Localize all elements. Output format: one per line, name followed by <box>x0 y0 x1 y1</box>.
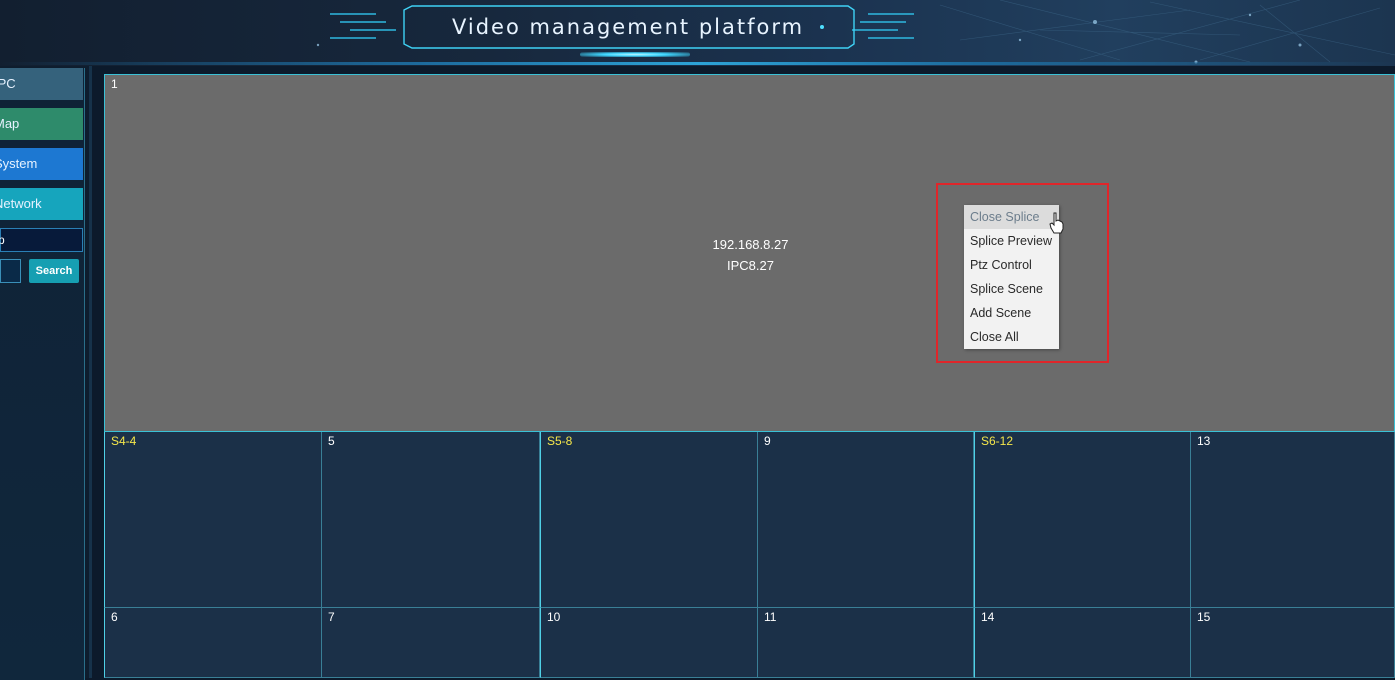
cell-number: 5 <box>328 434 335 448</box>
cell-number: 13 <box>1197 434 1211 448</box>
device-filter-input[interactable]: p <box>0 228 83 252</box>
video-cell-main[interactable]: 1 192.168.8.27 IPC8.27 <box>104 74 1395 432</box>
video-cell[interactable]: 7 <box>322 608 540 678</box>
sidebar-item-label: Map <box>0 116 20 131</box>
cell-number: 1 <box>111 77 118 91</box>
cell-number: 6 <box>111 610 118 624</box>
video-cell[interactable]: 9 <box>758 432 974 608</box>
title-glow <box>580 52 690 57</box>
cell-number: S6-12 <box>981 434 1014 448</box>
sidebar-item-ipc[interactable]: IPC <box>0 68 83 100</box>
cell-number: 11 <box>764 610 777 624</box>
video-cell[interactable]: 11 <box>758 608 974 678</box>
cell-number: 7 <box>328 610 335 624</box>
hand-cursor-icon <box>1049 212 1064 234</box>
sidebar-item-label: IPC <box>0 76 16 91</box>
menu-item-splice-preview[interactable]: Splice Preview <box>964 229 1059 253</box>
header-underline <box>0 62 1395 65</box>
video-cell[interactable]: 14 <box>974 608 1191 678</box>
search-input[interactable] <box>0 259 21 283</box>
cell-number: S5-8 <box>547 434 573 448</box>
cell-number: 9 <box>764 434 771 448</box>
menu-item-add-scene[interactable]: Add Scene <box>964 301 1059 325</box>
camera-name: IPC8.27 <box>727 258 774 273</box>
camera-ip: 192.168.8.27 <box>712 237 789 252</box>
sidebar-divider <box>89 66 92 678</box>
sidebar: IPC Map System Network p Search <box>0 66 92 680</box>
cell-number: 10 <box>547 610 561 624</box>
video-cell[interactable]: 15 <box>1191 608 1395 678</box>
search-button[interactable]: Search <box>29 259 79 283</box>
menu-item-close-all[interactable]: Close All <box>964 325 1059 349</box>
video-cell[interactable]: S5-8 <box>540 432 758 608</box>
menu-item-splice-scene[interactable]: Splice Scene <box>964 277 1059 301</box>
video-wall-grid: 1 192.168.8.27 IPC8.27 S4-4 5 S5-8 9 S6-… <box>104 74 1395 678</box>
video-cell[interactable]: 6 <box>104 608 322 678</box>
cell-number: 14 <box>981 610 995 624</box>
video-cell[interactable]: S4-4 <box>104 432 322 608</box>
cell-number: S4-4 <box>111 434 137 448</box>
cell-number: 15 <box>1197 610 1211 624</box>
video-cell[interactable]: 13 <box>1191 432 1395 608</box>
video-cell[interactable]: S6-12 <box>974 432 1191 608</box>
menu-item-close-splice[interactable]: Close Splice <box>964 205 1059 229</box>
sidebar-item-network[interactable]: Network <box>0 188 83 220</box>
context-menu: Close Splice Splice Preview Ptz Control … <box>964 205 1059 349</box>
title-frame: Video management platform <box>398 6 858 48</box>
sidebar-item-label: Network <box>0 196 42 211</box>
sidebar-panel: IPC Map System Network p Search <box>0 68 85 680</box>
menu-item-ptz-control[interactable]: Ptz Control <box>964 253 1059 277</box>
device-filter-value: p <box>0 233 5 247</box>
page-title: Video management platform <box>451 15 805 39</box>
header-banner: Video management platform <box>0 0 1395 66</box>
video-cell[interactable]: 10 <box>540 608 758 678</box>
sidebar-item-map[interactable]: Map <box>0 108 83 140</box>
sidebar-item-label: System <box>0 156 38 171</box>
sidebar-item-system[interactable]: System <box>0 148 83 180</box>
video-cell[interactable]: 5 <box>322 432 540 608</box>
